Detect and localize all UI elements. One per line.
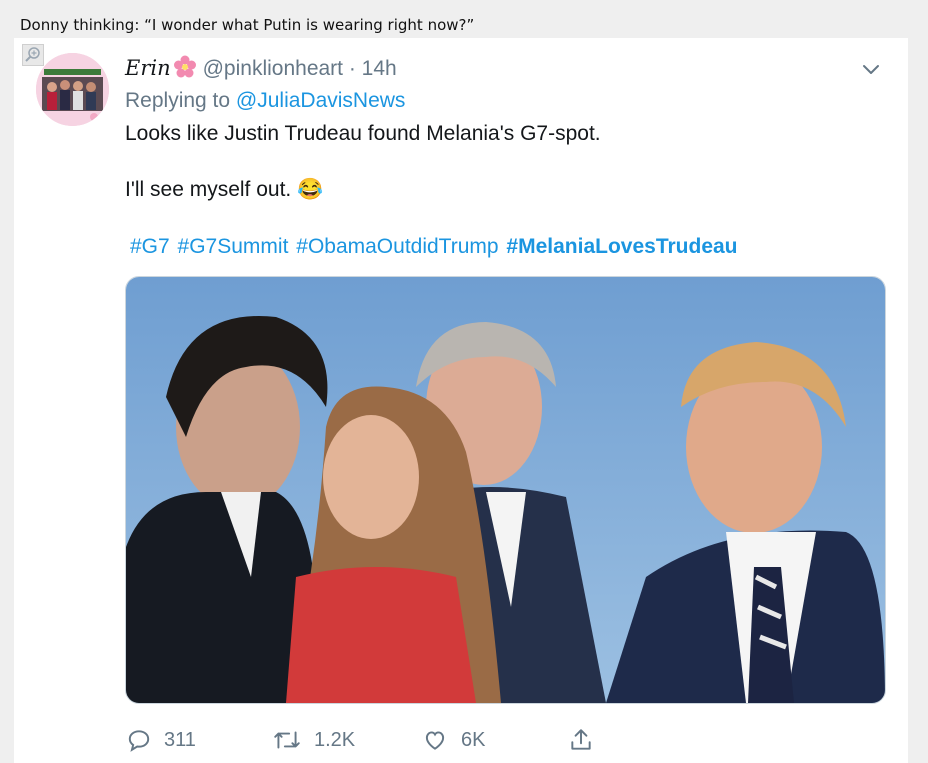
hashtag-link[interactable]: #MelaniaLovesTrudeau [506, 235, 737, 258]
hashtag-link[interactable]: #ObamaOutdidTrump [296, 235, 498, 258]
replying-to: Replying to @JuliaDavisNews [125, 89, 405, 113]
share-icon [571, 729, 591, 750]
zoom-icon[interactable] [22, 44, 44, 66]
reply-handle-link[interactable]: @JuliaDavisNews [236, 89, 406, 112]
chevron-down-icon[interactable] [860, 58, 882, 85]
share-button[interactable] [568, 727, 606, 753]
tweet-photo[interactable] [125, 276, 886, 704]
retweet-count: 1.2K [314, 728, 356, 751]
tweet-text-line-2: I'll see myself out. 😂 [125, 178, 323, 202]
retweet-icon [274, 731, 300, 749]
avatar[interactable] [36, 53, 109, 126]
tweet-text-line-1: Looks like Justin Trudeau found Melania'… [125, 122, 601, 145]
like-button[interactable]: 6K [421, 727, 485, 753]
post-caption: Donny thinking: “I wonder what Putin is … [20, 16, 475, 34]
laughing-emoji-icon: 😂 [297, 178, 324, 201]
like-icon [425, 731, 445, 750]
hashtags: #G7 #G7Summit #ObamaOutdidTrump #Melania… [130, 235, 740, 259]
reply-icon [128, 730, 150, 752]
photo-illustration [126, 277, 885, 703]
hashtag-link[interactable]: #G7Summit [178, 235, 289, 258]
tweet-time[interactable]: · 14h [349, 57, 397, 80]
tweet-text-line-2-content: I'll see myself out. [125, 178, 292, 201]
user-handle[interactable]: @pinklionheart [203, 57, 343, 80]
flower-icon [173, 55, 197, 85]
retweet-button[interactable]: 1.2K [272, 727, 355, 753]
like-count: 6K [461, 728, 486, 751]
reply-count: 311 [164, 728, 196, 751]
display-name[interactable]: Erin [125, 56, 171, 80]
tweet-header: Erin @pinklionheart · 14h [125, 55, 397, 85]
hashtag-link[interactable]: #G7 [130, 235, 170, 258]
replying-label: Replying to [125, 89, 231, 112]
tweet-actions: 311 1.2K 6K [0, 727, 928, 757]
reply-button[interactable]: 311 [126, 727, 196, 753]
